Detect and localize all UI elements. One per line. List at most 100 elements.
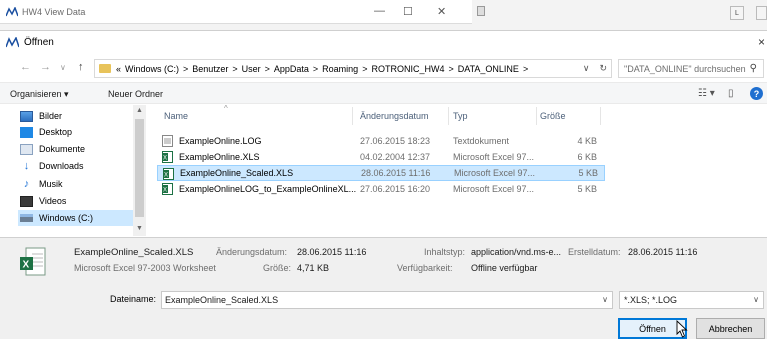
details-modified-value: 28.06.2015 11:16 bbox=[297, 247, 367, 257]
preview-pane-icon[interactable]: ▯ bbox=[728, 88, 734, 99]
nav-pane-scrollbar[interactable]: ▲ ▼ bbox=[133, 105, 146, 236]
file-name: ExampleOnline.XLS bbox=[179, 152, 260, 162]
scroll-down-icon[interactable]: ▼ bbox=[136, 225, 143, 232]
view-options-icon[interactable]: ☷ ▾ bbox=[698, 88, 715, 99]
dialog-title: Öffnen bbox=[24, 37, 54, 48]
breadcrumb-item[interactable]: Windows (C:) bbox=[125, 64, 179, 74]
nav-item-label: Desktop bbox=[39, 127, 73, 137]
breadcrumb-separator[interactable]: > bbox=[362, 64, 367, 74]
details-content-type-value: application/vnd.ms-e... bbox=[471, 247, 562, 257]
nav-item-documents[interactable]: Dokumente bbox=[20, 141, 85, 157]
column-header-size[interactable]: Größe bbox=[540, 111, 566, 121]
details-pane: X ExampleOnline_Scaled.XLS Microsoft Exc… bbox=[0, 237, 767, 285]
file-size: 4 KB bbox=[577, 136, 597, 146]
file-list: ^ Name Änderungsdatum Typ Größe ExampleO… bbox=[150, 104, 767, 236]
music-icon: ♪ bbox=[23, 177, 30, 190]
help-icon[interactable]: ? bbox=[750, 87, 763, 100]
nav-item-music[interactable]: ♪ Musik bbox=[20, 176, 63, 192]
drive-icon bbox=[20, 214, 33, 222]
address-dropdown-icon[interactable]: ∨ bbox=[583, 63, 590, 73]
nav-item-pictures[interactable]: Bilder bbox=[20, 108, 62, 124]
up-arrow-icon[interactable]: ↑ bbox=[78, 61, 84, 73]
search-placeholder: "DATA_ONLINE" durchsuchen bbox=[624, 63, 746, 74]
address-controls: ∨ ↻ bbox=[583, 63, 607, 74]
nav-item-label: Musik bbox=[39, 179, 63, 189]
details-created-label: Erstelldatum: bbox=[568, 247, 621, 257]
background-window-titlebar: HW4 View Data — ☐ ✕ bbox=[0, 0, 472, 24]
sort-ascending-icon: ^ bbox=[224, 104, 228, 113]
back-arrow-icon[interactable]: ← bbox=[20, 61, 31, 73]
breadcrumb-separator[interactable]: > bbox=[265, 64, 270, 74]
search-input[interactable]: "DATA_ONLINE" durchsuchen ⚲ bbox=[618, 59, 764, 78]
background-scroll-thumb bbox=[477, 6, 485, 16]
filename-dropdown-icon[interactable]: ∨ bbox=[602, 295, 608, 304]
breadcrumb-item[interactable]: ROTRONIC_HW4 bbox=[371, 64, 444, 74]
breadcrumb-separator[interactable]: > bbox=[523, 64, 528, 74]
breadcrumb-item[interactable]: AppData bbox=[274, 64, 309, 74]
filetype-select[interactable]: *.XLS; *.LOG ∨ bbox=[619, 291, 764, 309]
close-icon[interactable]: ✕ bbox=[437, 5, 446, 18]
nav-item-drive-c[interactable]: Windows (C:) bbox=[18, 210, 133, 226]
file-type: Microsoft Excel 97... bbox=[453, 152, 535, 162]
dialog-close-icon[interactable]: × bbox=[758, 35, 765, 49]
address-bar[interactable]: « Windows (C:) > Benutzer > User > AppDa… bbox=[94, 59, 612, 78]
breadcrumb-item[interactable]: User bbox=[242, 64, 261, 74]
bottom-controls: Dateiname: ExampleOnline_Scaled.XLS ∨ *.… bbox=[0, 285, 767, 339]
file-size: 5 KB bbox=[578, 168, 598, 178]
minimize-icon[interactable]: — bbox=[374, 5, 385, 17]
filename-value: ExampleOnline_Scaled.XLS bbox=[165, 295, 279, 305]
background-button-l[interactable]: L bbox=[730, 6, 744, 20]
desktop-icon bbox=[20, 126, 33, 138]
filename-field[interactable]: ExampleOnline_Scaled.XLS ∨ bbox=[161, 291, 613, 309]
details-created-value: 28.06.2015 11:16 bbox=[628, 247, 698, 257]
details-availability-value: Offline verfügbar bbox=[471, 263, 538, 273]
open-file-dialog: Öffnen × ← → ∨ ↑ « Windows (C:) > Benutz… bbox=[0, 30, 767, 339]
file-row[interactable]: X ExampleOnline.XLS 04.02.2004 12:37 Mic… bbox=[157, 149, 605, 165]
file-row[interactable]: ExampleOnline.LOG 27.06.2015 18:23 Textd… bbox=[157, 133, 605, 149]
refresh-icon[interactable]: ↻ bbox=[599, 63, 607, 73]
column-divider[interactable] bbox=[600, 107, 601, 125]
column-header-name[interactable]: Name bbox=[164, 111, 188, 121]
navigation-pane: Bilder Desktop Dokumente ↓ Downloads ♪ M… bbox=[0, 105, 147, 236]
organize-menu-button[interactable]: Organisieren ▾ bbox=[10, 89, 69, 100]
breadcrumb-separator[interactable]: > bbox=[313, 64, 318, 74]
breadcrumb-separator[interactable]: > bbox=[448, 64, 453, 74]
file-date: 27.06.2015 18:23 bbox=[360, 136, 431, 146]
breadcrumb-item[interactable]: Benutzer bbox=[192, 64, 228, 74]
column-divider[interactable] bbox=[536, 107, 537, 125]
svg-text:X: X bbox=[163, 188, 167, 194]
recent-locations-icon[interactable]: ∨ bbox=[60, 63, 66, 72]
new-folder-button[interactable]: Neuer Ordner bbox=[108, 89, 163, 99]
command-toolbar: Organisieren ▾ Neuer Ordner ☷ ▾ ▯ ? bbox=[0, 82, 767, 104]
breadcrumb-item[interactable]: Roaming bbox=[322, 64, 358, 74]
scroll-up-icon[interactable]: ▲ bbox=[136, 107, 143, 114]
nav-item-downloads[interactable]: ↓ Downloads bbox=[20, 158, 84, 174]
excel-file-icon: X bbox=[162, 151, 173, 163]
column-header-type[interactable]: Typ bbox=[453, 111, 468, 121]
maximize-icon[interactable]: ☐ bbox=[403, 5, 413, 18]
file-size: 5 KB bbox=[577, 184, 597, 194]
cancel-button[interactable]: Abbrechen bbox=[696, 318, 765, 339]
breadcrumb-overflow[interactable]: « bbox=[116, 64, 121, 74]
nav-item-videos[interactable]: Videos bbox=[20, 193, 66, 209]
navigation-bar: ← → ∨ ↑ « Windows (C:) > Benutzer > User… bbox=[0, 56, 767, 80]
background-button-edge[interactable] bbox=[756, 6, 767, 20]
breadcrumb-separator[interactable]: > bbox=[232, 64, 237, 74]
videos-icon bbox=[20, 195, 33, 207]
filetype-value: *.XLS; *.LOG bbox=[624, 295, 678, 305]
nav-item-desktop[interactable]: Desktop bbox=[20, 124, 72, 140]
file-row-selected[interactable]: X ExampleOnline_Scaled.XLS 28.06.2015 11… bbox=[157, 165, 605, 181]
search-icon[interactable]: ⚲ bbox=[750, 63, 757, 74]
forward-arrow-icon[interactable]: → bbox=[40, 61, 51, 73]
file-row[interactable]: X ExampleOnlineLOG_to_ExampleOnlineXL...… bbox=[157, 181, 605, 197]
details-size-label: Größe: bbox=[263, 263, 292, 273]
column-divider[interactable] bbox=[352, 107, 353, 125]
details-modified-label: Änderungsdatum: bbox=[216, 247, 288, 257]
filetype-dropdown-icon[interactable]: ∨ bbox=[753, 295, 759, 304]
column-header-date[interactable]: Änderungsdatum bbox=[360, 111, 429, 121]
breadcrumb-separator[interactable]: > bbox=[183, 64, 188, 74]
scrollbar-thumb[interactable] bbox=[135, 119, 144, 217]
breadcrumb-item-current[interactable]: DATA_ONLINE bbox=[458, 64, 519, 74]
column-divider[interactable] bbox=[448, 107, 449, 125]
svg-text:X: X bbox=[164, 173, 168, 179]
